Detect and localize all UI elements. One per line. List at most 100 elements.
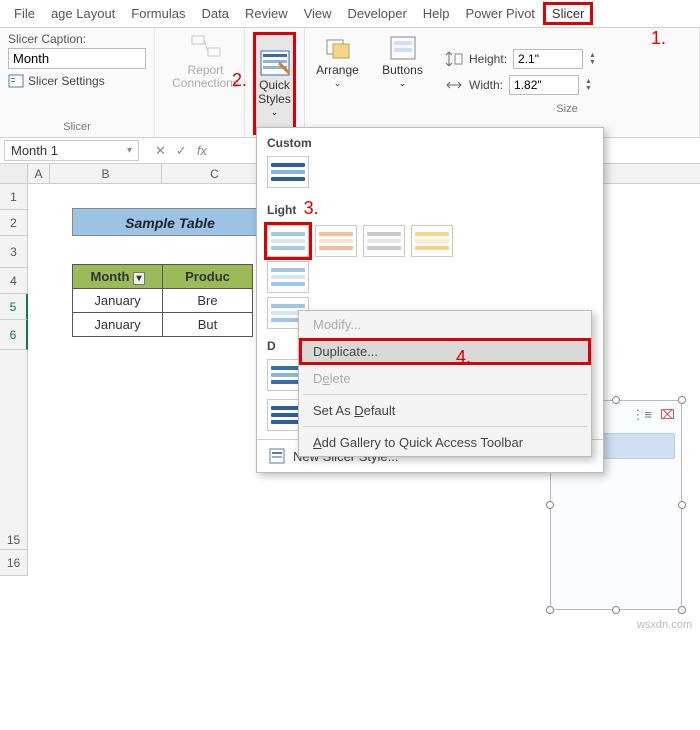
cell[interactable]: January [73,289,163,313]
tab-slicer[interactable]: Slicer [543,2,594,25]
tab-page-layout[interactable]: age Layout [43,2,123,25]
height-label: Height: [469,52,507,66]
cell[interactable]: Bre [163,289,253,313]
style-swatch-selected[interactable] [267,225,309,257]
row-header[interactable]: 4 [0,268,28,294]
width-label: Width: [469,78,503,92]
tab-developer[interactable]: Developer [340,2,415,25]
buttons-icon [388,34,418,62]
arrange-label: Arrange [316,64,359,77]
gallery-section-light: Light 3. [257,190,603,223]
tab-data[interactable]: Data [193,2,236,25]
cell[interactable]: January [73,313,163,337]
ctx-set-default[interactable]: Set As Default [299,397,591,424]
chevron-down-icon: ▾ [127,145,132,156]
resize-handle[interactable] [678,501,686,509]
fx-icon[interactable]: fx [197,143,207,159]
annotation-4: 4. [456,347,471,368]
sample-table: Sample Table Month▾ Produc JanuaryBre Ja… [72,208,268,337]
col-product[interactable]: Produc [163,265,253,289]
data-table: Month▾ Produc JanuaryBre JanuaryBut [72,264,253,337]
annotation-1: 1. [651,28,666,49]
row-header[interactable]: 1 [0,184,28,210]
report-connections-icon [190,32,222,62]
row-headers: 1 2 3 4 5 6 15 16 [0,184,28,576]
filter-icon[interactable]: ▾ [133,272,144,285]
width-input[interactable] [509,75,579,95]
multi-select-icon[interactable]: ⋮≡ [631,407,652,423]
resize-handle[interactable] [546,606,554,614]
ctx-separator [303,394,587,395]
select-all-corner[interactable] [0,164,28,183]
ctx-duplicate-label: Duplicate... [313,344,378,359]
tab-review[interactable]: Review [237,2,296,25]
ctx-delete: Delete [299,365,591,392]
chevron-down-icon: ⌄ [399,79,407,89]
row-header[interactable]: 6 [0,320,28,350]
table-row[interactable]: JanuaryBre [73,289,253,313]
cell[interactable]: But [163,313,253,337]
slicer-settings-button[interactable]: Slicer Settings [8,73,146,89]
chevron-down-icon: ⌄ [334,79,342,89]
arrange-button[interactable]: Arrange ⌄ [305,28,370,137]
resize-handle[interactable] [612,606,620,614]
row-header[interactable]: 2 [0,210,28,236]
group-slicer: Slicer Caption: Slicer Settings Slicer [0,28,155,137]
arrange-icon [323,34,353,62]
quick-styles-icon [259,49,291,77]
tab-power-pivot[interactable]: Power Pivot [458,2,543,25]
annotation-3: 3. [304,198,319,218]
ctx-duplicate[interactable]: Duplicate... 4. [299,338,591,365]
settings-icon [8,73,24,89]
new-style-icon [269,448,285,464]
style-swatch[interactable] [267,156,309,188]
ctx-add-to-qat[interactable]: Add Gallery to Quick Access Toolbar [299,429,591,456]
tab-file[interactable]: File [6,2,43,25]
resize-handle[interactable] [678,396,686,404]
style-swatch[interactable] [315,225,357,257]
tab-formulas[interactable]: Formulas [123,2,193,25]
col-header-C[interactable]: C [162,164,268,183]
ctx-separator [303,426,587,427]
row-header[interactable]: 3 [0,236,28,268]
clear-filter-icon[interactable]: ⌧ [660,407,675,423]
col-header-A[interactable]: A [28,164,50,183]
group-slicer-styles: Quick Styles ⌄ [245,28,305,137]
style-swatch[interactable] [267,261,309,293]
resize-handle[interactable] [612,396,620,404]
name-box[interactable]: Month 1 ▾ [4,140,139,161]
tab-help[interactable]: Help [415,2,458,25]
style-swatch[interactable] [411,225,453,257]
name-box-value: Month 1 [11,143,58,158]
slicer-caption-input[interactable] [8,48,146,69]
context-menu: Modify... Duplicate... 4. Delete Set As … [298,310,592,457]
quick-styles-label: Quick Styles [256,79,293,105]
group-label-size: Size [445,101,689,117]
ctx-modify: Modify... [299,311,591,338]
col-header-B[interactable]: B [50,164,162,183]
row-header[interactable]: 16 [0,550,28,576]
resize-handle[interactable] [678,606,686,614]
tab-view[interactable]: View [296,2,340,25]
annotation-2: 2. [232,70,247,91]
cancel-formula-icon[interactable]: ✕ [155,143,166,159]
width-spinner[interactable]: ▲▼ [585,78,592,92]
height-spinner[interactable]: ▲▼ [589,52,596,66]
ribbon: Slicer Caption: Slicer Settings Slicer R… [0,28,700,138]
width-icon [445,78,463,92]
height-input[interactable] [513,49,583,69]
quick-styles-button[interactable]: Quick Styles ⌄ [253,32,296,135]
row-header[interactable]: 5 [0,294,28,320]
gallery-section-custom: Custom [257,128,603,154]
table-row[interactable]: JanuaryBut [73,313,253,337]
col-month[interactable]: Month▾ [73,265,163,289]
height-icon [445,52,463,66]
ribbon-tabstrip: File age Layout Formulas Data Review Vie… [0,0,700,28]
resize-handle[interactable] [546,501,554,509]
style-swatch[interactable] [363,225,405,257]
enter-formula-icon[interactable]: ✓ [176,143,187,159]
buttons-button[interactable]: Buttons ⌄ [370,28,435,137]
table-title: Sample Table [72,208,268,236]
row-header[interactable]: 15 [0,350,28,550]
chevron-down-icon: ⌄ [271,108,279,118]
